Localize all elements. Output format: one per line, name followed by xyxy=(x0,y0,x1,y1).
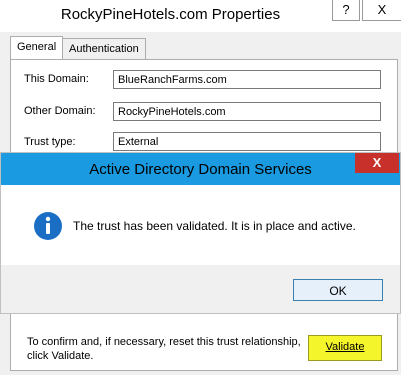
other-domain-field[interactable]: RockyPineHotels.com xyxy=(113,102,381,121)
tab-authentication[interactable]: Authentication xyxy=(62,38,146,59)
dialog-message: The trust has been validated. It is in p… xyxy=(73,219,356,233)
this-domain-field[interactable]: BlueRanchFarms.com xyxy=(113,70,381,89)
trust-type-label: Trust type: xyxy=(24,136,76,148)
dialog-body: The trust has been validated. It is in p… xyxy=(1,185,400,265)
other-domain-label: Other Domain: xyxy=(24,105,96,117)
ok-button[interactable]: OK xyxy=(293,279,383,301)
ad-domain-services-dialog: Active Directory Domain Services X The t… xyxy=(0,152,401,314)
dialog-titlebar: Active Directory Domain Services X xyxy=(1,153,400,185)
tab-general[interactable]: General xyxy=(10,36,64,60)
properties-close-button[interactable]: X xyxy=(362,0,401,21)
dialog-close-button[interactable]: X xyxy=(355,153,399,173)
properties-title: RockyPineHotels.com Properties xyxy=(60,6,281,23)
this-domain-label: This Domain: xyxy=(24,73,89,85)
validate-instructions: To confirm and, if necessary, reset this… xyxy=(27,336,301,362)
help-button[interactable]: ? xyxy=(332,0,360,21)
properties-titlebar: RockyPineHotels.com Properties ? X xyxy=(0,0,401,32)
trust-type-field[interactable]: External xyxy=(113,132,381,151)
validate-button[interactable]: Validate xyxy=(308,335,382,361)
validate-button-label: Validate xyxy=(325,341,365,353)
info-icon xyxy=(34,212,62,240)
dialog-title: Active Directory Domain Services xyxy=(89,161,312,178)
